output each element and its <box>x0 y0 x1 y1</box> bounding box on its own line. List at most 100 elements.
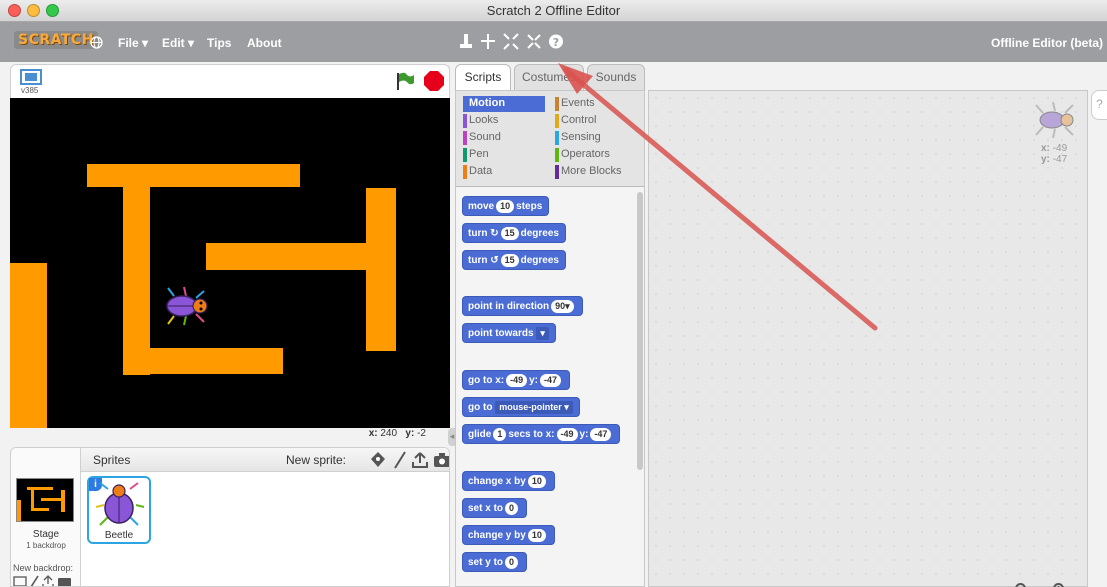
stage-label: Stage <box>32 529 60 540</box>
tips-menu[interactable]: Tips <box>207 36 231 50</box>
block-text: steps <box>516 201 543 212</box>
maze-wall <box>87 164 300 187</box>
category-more-blocks[interactable]: More Blocks <box>555 164 637 180</box>
block-text: move <box>468 201 495 212</box>
block-text: change x by <box>468 476 526 487</box>
sprite-y-label: y: <box>1041 154 1050 165</box>
block-input[interactable]: 10 <box>527 475 546 488</box>
upload-backdrop-icon[interactable] <box>42 575 54 587</box>
block-point-in-direction[interactable]: point in direction 90▾ <box>462 296 583 316</box>
zoom-out-icon[interactable] <box>1015 583 1029 587</box>
category-operators[interactable]: Operators <box>555 147 637 163</box>
block-text: degrees <box>520 228 559 239</box>
green-flag-icon[interactable] <box>395 71 415 91</box>
category-sensing-label: Sensing <box>561 131 601 143</box>
help-icon[interactable]: ? <box>548 33 564 51</box>
version-label: v385 <box>21 86 39 95</box>
category-pen[interactable]: Pen <box>463 147 545 163</box>
mouse-y-value: -2 <box>417 428 426 439</box>
category-looks[interactable]: Looks <box>463 113 545 129</box>
tab-sounds[interactable]: Sounds <box>587 64 645 91</box>
tab-costumes[interactable]: Costumes <box>514 64 584 91</box>
block-change-x[interactable]: change x by 10 <box>462 471 555 491</box>
stage[interactable] <box>10 98 450 428</box>
block-input[interactable]: -47 <box>590 428 612 441</box>
paint-backdrop-icon[interactable] <box>30 575 39 587</box>
block-move-steps[interactable]: move 10 steps <box>462 196 550 216</box>
backdrop-library-icon[interactable] <box>13 576 27 586</box>
block-text: turn <box>468 228 488 239</box>
category-data[interactable]: Data <box>463 164 545 180</box>
category-sound[interactable]: Sound <box>463 130 545 146</box>
mouse-x-value: 240 <box>380 428 398 439</box>
block-turn-left[interactable]: turn ↺ 15 degrees <box>462 250 566 270</box>
category-events[interactable]: Events <box>555 96 637 112</box>
script-area[interactable]: x: -49 y: -47 <box>648 90 1088 587</box>
block-text: go to x: <box>468 375 505 386</box>
scratch-editor-window: Scratch 2 Offline Editor SCRATCH File ▾ … <box>0 0 1107 587</box>
category-control[interactable]: Control <box>555 113 637 129</box>
block-turn-right[interactable]: turn ↻ 15 degrees <box>462 223 566 243</box>
maze-wall <box>366 188 396 351</box>
sprite-library-icon[interactable] <box>369 451 387 469</box>
block-input[interactable]: 15 <box>500 227 519 240</box>
block-change-y[interactable]: change y by 10 <box>462 525 555 545</box>
block-dropdown[interactable]: mouse-pointer ▾ <box>495 401 573 414</box>
maze-wall <box>10 263 47 428</box>
category-motion[interactable]: Motion <box>463 96 545 112</box>
sprite-y-readout: y: -47 <box>1041 154 1067 165</box>
block-input[interactable]: 0 <box>505 502 519 515</box>
category-sensing[interactable]: Sensing <box>555 130 637 146</box>
block-dropdown[interactable]: ▾ <box>536 327 549 340</box>
duplicate-icon[interactable] <box>458 33 474 51</box>
sprite-tile-beetle[interactable]: i Beetle <box>87 476 151 544</box>
camera-sprite-icon[interactable] <box>433 452 450 468</box>
category-pen-label: Pen <box>469 148 489 160</box>
category-color-bar <box>463 114 467 128</box>
block-input[interactable]: -49 <box>506 374 528 387</box>
file-menu[interactable]: File ▾ <box>118 36 148 50</box>
language-globe-icon[interactable] <box>90 36 103 49</box>
block-point-towards[interactable]: point towards ▾ <box>462 323 556 343</box>
new-backdrop-label: New backdrop: <box>13 563 74 573</box>
paint-new-sprite-icon[interactable] <box>393 451 407 469</box>
block-text: secs to x: <box>508 429 555 440</box>
mouse-y-label: y: <box>405 428 415 439</box>
block-input[interactable]: -47 <box>540 374 562 387</box>
block-set-x[interactable]: set x to 0 <box>462 498 528 518</box>
block-input[interactable]: 90▾ <box>551 300 574 313</box>
block-input[interactable]: 0 <box>505 556 519 569</box>
stage-backdrop-count: 1 backdrop <box>26 541 66 550</box>
block-go-to[interactable]: go to mouse-pointer ▾ <box>462 397 580 417</box>
shrink-icon[interactable] <box>526 33 542 51</box>
full-screen-icon[interactable] <box>20 69 42 85</box>
tab-scripts[interactable]: Scripts <box>455 64 511 92</box>
upload-sprite-icon[interactable] <box>411 451 429 469</box>
block-set-y[interactable]: set y to 0 <box>462 552 528 572</box>
delete-icon[interactable] <box>480 33 496 51</box>
stage-thumbnail[interactable] <box>16 478 74 522</box>
scratch-logo[interactable]: SCRATCH <box>14 31 98 49</box>
maze-wall <box>150 348 283 374</box>
category-color-bar <box>463 148 467 162</box>
zoom-in-icon[interactable] <box>1053 583 1067 587</box>
block-glide[interactable]: glide 1 secs to x: -49 y: -47 <box>462 424 621 444</box>
grow-icon[interactable] <box>503 33 519 51</box>
block-go-to-xy[interactable]: go to x: -49 y: -47 <box>462 370 571 390</box>
about-menu[interactable]: About <box>247 36 282 50</box>
beetle-sprite-icon[interactable] <box>160 286 212 326</box>
block-input[interactable]: 10 <box>496 200 515 213</box>
block-input[interactable]: 1 <box>493 428 507 441</box>
camera-backdrop-icon[interactable] <box>58 578 71 587</box>
stop-sign-icon[interactable] <box>423 70 445 92</box>
menu-bar: SCRATCH File ▾ Edit ▾ Tips About ? Offli… <box>0 22 1107 62</box>
block-input[interactable]: 10 <box>527 529 546 542</box>
category-color-bar <box>463 165 467 179</box>
window-title: Scratch 2 Offline Editor <box>486 3 621 18</box>
block-input[interactable]: 15 <box>500 254 519 267</box>
block-input[interactable]: -49 <box>556 428 578 441</box>
sprites-panel: Stage 1 backdrop New backdrop: Sprites N… <box>10 447 450 587</box>
palette-scrollbar[interactable] <box>637 192 643 470</box>
edit-menu[interactable]: Edit ▾ <box>162 36 194 50</box>
script-help-button[interactable]: ? <box>1091 90 1107 120</box>
